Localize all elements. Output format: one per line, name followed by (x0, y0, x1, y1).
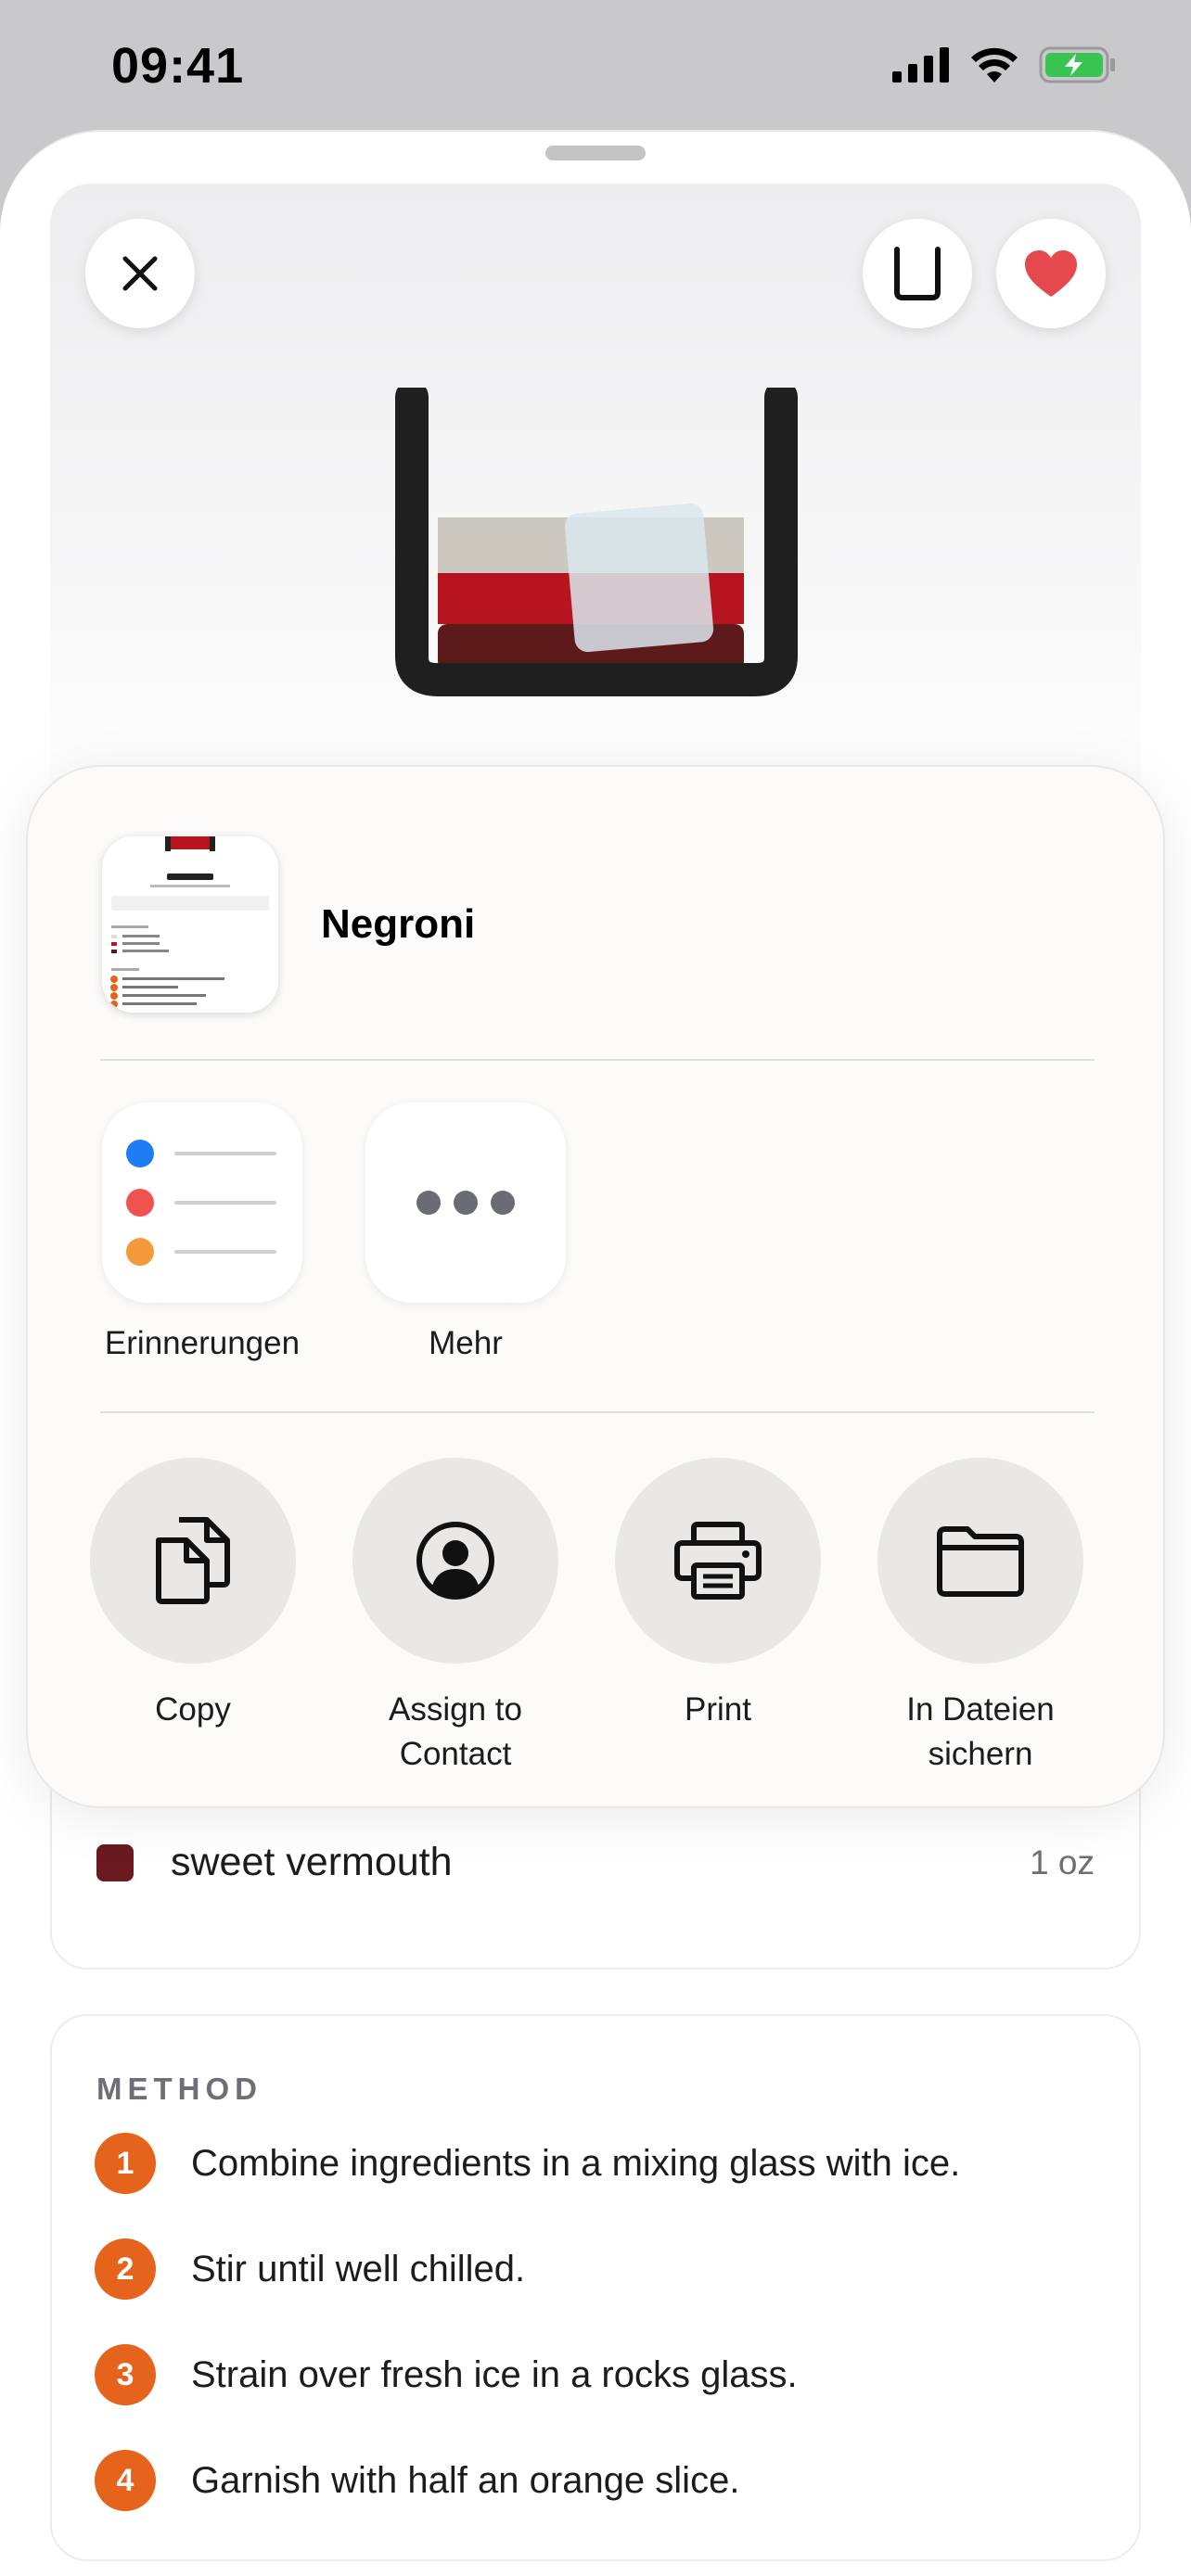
step-text: Garnish with half an orange slice. (191, 2459, 740, 2501)
rocks-glass-icon (894, 247, 941, 300)
step-text: Combine ingredients in a mixing glass wi… (191, 2142, 961, 2184)
ingredient-name: sweet vermouth (171, 1840, 453, 1884)
copy-icon (156, 1517, 230, 1604)
status-icons (892, 46, 1117, 83)
action-label: Print (685, 1691, 751, 1728)
ellipsis-glyph (416, 1191, 515, 1215)
ingredient-row: sweet vermouth 1 oz (96, 1840, 1095, 1885)
step-number: 4 (95, 2450, 156, 2511)
method-card: METHOD 1 Combine ingredients in a mixing… (50, 2014, 1141, 2561)
cellular-signal-icon (892, 47, 949, 83)
share-app-reminders[interactable]: Erinnerungen (100, 1103, 304, 1362)
share-app-more[interactable]: Mehr (364, 1103, 568, 1362)
share-sheet: Negroni Erinnerungen Mehr Copy Assign to… (26, 765, 1165, 1808)
reminders-line (174, 1201, 276, 1205)
action-assign-to-contact[interactable]: Assign to Contact (335, 1458, 576, 1777)
step-text: Strain over fresh ice in a rocks glass. (191, 2353, 798, 2395)
sheet-grabber[interactable] (545, 146, 646, 160)
copy-button[interactable] (90, 1458, 296, 1664)
app-label: Erinnerungen (104, 1325, 301, 1361)
print-button[interactable] (615, 1458, 821, 1664)
favorite-button[interactable] (996, 219, 1106, 328)
recipe-preview-image (102, 836, 278, 1013)
drink-hero (50, 184, 1141, 833)
reminders-dot-blue (126, 1140, 154, 1167)
battery-charging-icon (1039, 46, 1115, 83)
assign-contact-button[interactable] (352, 1458, 558, 1664)
negroni-glass-illustration (395, 388, 798, 696)
share-preview-thumbnail (102, 836, 278, 1013)
method-step: 4 Garnish with half an orange slice. (95, 2450, 1102, 2511)
action-copy[interactable]: Copy (72, 1458, 314, 1732)
reminders-icon (102, 1103, 302, 1303)
heart-icon (1025, 250, 1077, 297)
step-text: Stir until well chilled. (191, 2248, 526, 2289)
divider (100, 1059, 1095, 1061)
contact-icon (416, 1522, 494, 1600)
action-label: Assign to Contact (389, 1691, 522, 1772)
printer-icon (674, 1522, 762, 1600)
close-button[interactable] (85, 219, 195, 328)
reminders-line (174, 1152, 276, 1155)
status-bar: 09:41 (0, 0, 1191, 130)
reminders-line (174, 1250, 276, 1254)
method-step: 3 Strain over fresh ice in a rocks glass… (95, 2344, 1102, 2405)
reminders-dot-red (126, 1189, 154, 1217)
method-title: METHOD (96, 2072, 263, 2106)
reminders-dot-orange (126, 1238, 154, 1266)
step-number: 2 (95, 2238, 156, 2300)
ingredient-amount: 1 oz (1030, 1843, 1095, 1881)
more-icon (365, 1103, 566, 1303)
method-step: 2 Stir until well chilled. (95, 2238, 1102, 2300)
status-time: 09:41 (111, 38, 245, 94)
divider (100, 1411, 1095, 1413)
action-label: In Dateien sichern (906, 1691, 1055, 1772)
app-label: Mehr (429, 1325, 503, 1361)
save-to-files-button[interactable] (877, 1458, 1083, 1664)
action-label: Copy (155, 1691, 231, 1728)
step-number: 3 (95, 2344, 156, 2405)
glass-type-button[interactable] (863, 219, 972, 328)
wifi-icon (971, 47, 1018, 83)
close-icon (122, 256, 158, 291)
method-step: 1 Combine ingredients in a mixing glass … (95, 2133, 1102, 2194)
folder-icon (937, 1526, 1024, 1597)
share-item-title: Negroni (321, 901, 476, 947)
ingredient-swatch (96, 1843, 134, 1881)
step-number: 1 (95, 2133, 156, 2194)
action-print[interactable]: Print (597, 1458, 839, 1732)
action-save-to-files[interactable]: In Dateien sichern (860, 1458, 1101, 1777)
